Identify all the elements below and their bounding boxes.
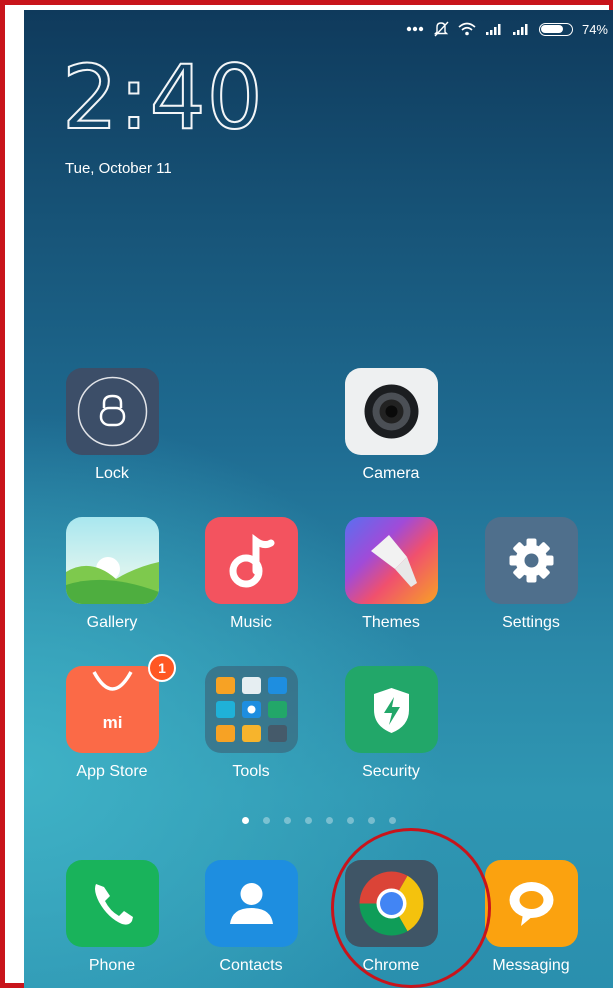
dock-contacts[interactable]: Contacts — [196, 860, 306, 975]
app-music[interactable]: Music — [196, 517, 306, 632]
page-dot[interactable] — [326, 817, 333, 824]
phone-icon — [65, 860, 159, 947]
battery-icon — [538, 22, 573, 36]
silent-bell-icon — [433, 21, 449, 37]
app-label: Phone — [88, 957, 136, 974]
settings-icon — [484, 517, 578, 604]
page-dot[interactable] — [284, 817, 291, 824]
app-label: Tools — [232, 763, 270, 780]
app-label: Security — [362, 763, 420, 780]
clock-minutes: 40 — [149, 46, 264, 149]
more-dots-icon — [406, 26, 424, 32]
app-themes[interactable]: Themes — [336, 517, 446, 632]
lock-icon — [65, 368, 159, 455]
app-label: Lock — [95, 465, 129, 482]
svg-text:mi: mi — [102, 713, 122, 732]
contacts-icon — [204, 860, 298, 947]
shield-icon — [344, 666, 438, 753]
page-dot[interactable] — [263, 817, 270, 824]
music-icon — [204, 517, 298, 604]
screenshot-frame: 74% 2:40 Tue, October 11 Lock Camera Gal… — [0, 0, 613, 988]
app-label: Chrome — [362, 957, 420, 974]
page-dot[interactable] — [368, 817, 375, 824]
messaging-icon — [484, 860, 578, 947]
page-dot[interactable] — [389, 817, 396, 824]
app-label: Settings — [502, 614, 560, 631]
app-security[interactable]: Security — [336, 666, 446, 781]
app-lock[interactable]: Lock — [57, 368, 167, 483]
battery-fill — [541, 25, 563, 33]
app-label: Themes — [362, 614, 420, 631]
chrome-icon — [344, 860, 438, 947]
dock-chrome[interactable]: Chrome — [336, 860, 446, 975]
page-dot[interactable] — [305, 817, 312, 824]
folder-tools[interactable]: Tools — [196, 666, 306, 781]
gallery-icon — [65, 517, 159, 604]
themes-icon — [344, 517, 438, 604]
home-screen: 74% 2:40 Tue, October 11 Lock Camera Gal… — [24, 10, 613, 988]
page-dot[interactable] — [347, 817, 354, 824]
mi-store-icon: mi — [65, 666, 159, 753]
page-dot[interactable] — [242, 817, 249, 824]
app-label: Music — [230, 614, 272, 631]
signal-icon — [512, 24, 528, 35]
camera-icon — [344, 368, 438, 455]
clock-separator: : — [118, 46, 150, 149]
app-settings[interactable]: Settings — [476, 517, 586, 632]
dock-messaging[interactable]: Messaging — [476, 860, 586, 975]
app-camera[interactable]: Camera — [336, 368, 446, 483]
app-store[interactable]: mi 1 App Store — [57, 654, 176, 781]
wifi-icon — [458, 22, 476, 36]
notification-badge: 1 — [148, 654, 176, 682]
clock-hours: 2 — [61, 46, 119, 149]
battery-percent: 74% — [581, 21, 608, 37]
app-label: Camera — [362, 465, 420, 482]
signal-icon — [485, 24, 501, 35]
app-label: App Store — [76, 763, 148, 780]
folder-icon — [204, 666, 298, 753]
status-bar: 74% — [406, 18, 608, 40]
app-label: Contacts — [219, 957, 283, 974]
clock: 2:40 — [61, 53, 264, 143]
date: Tue, October 11 — [65, 160, 172, 177]
page-indicator[interactable] — [24, 817, 613, 824]
app-label: Messaging — [492, 957, 570, 974]
app-label: Gallery — [86, 614, 138, 631]
dock-phone[interactable]: Phone — [57, 860, 167, 975]
app-gallery[interactable]: Gallery — [57, 517, 167, 632]
